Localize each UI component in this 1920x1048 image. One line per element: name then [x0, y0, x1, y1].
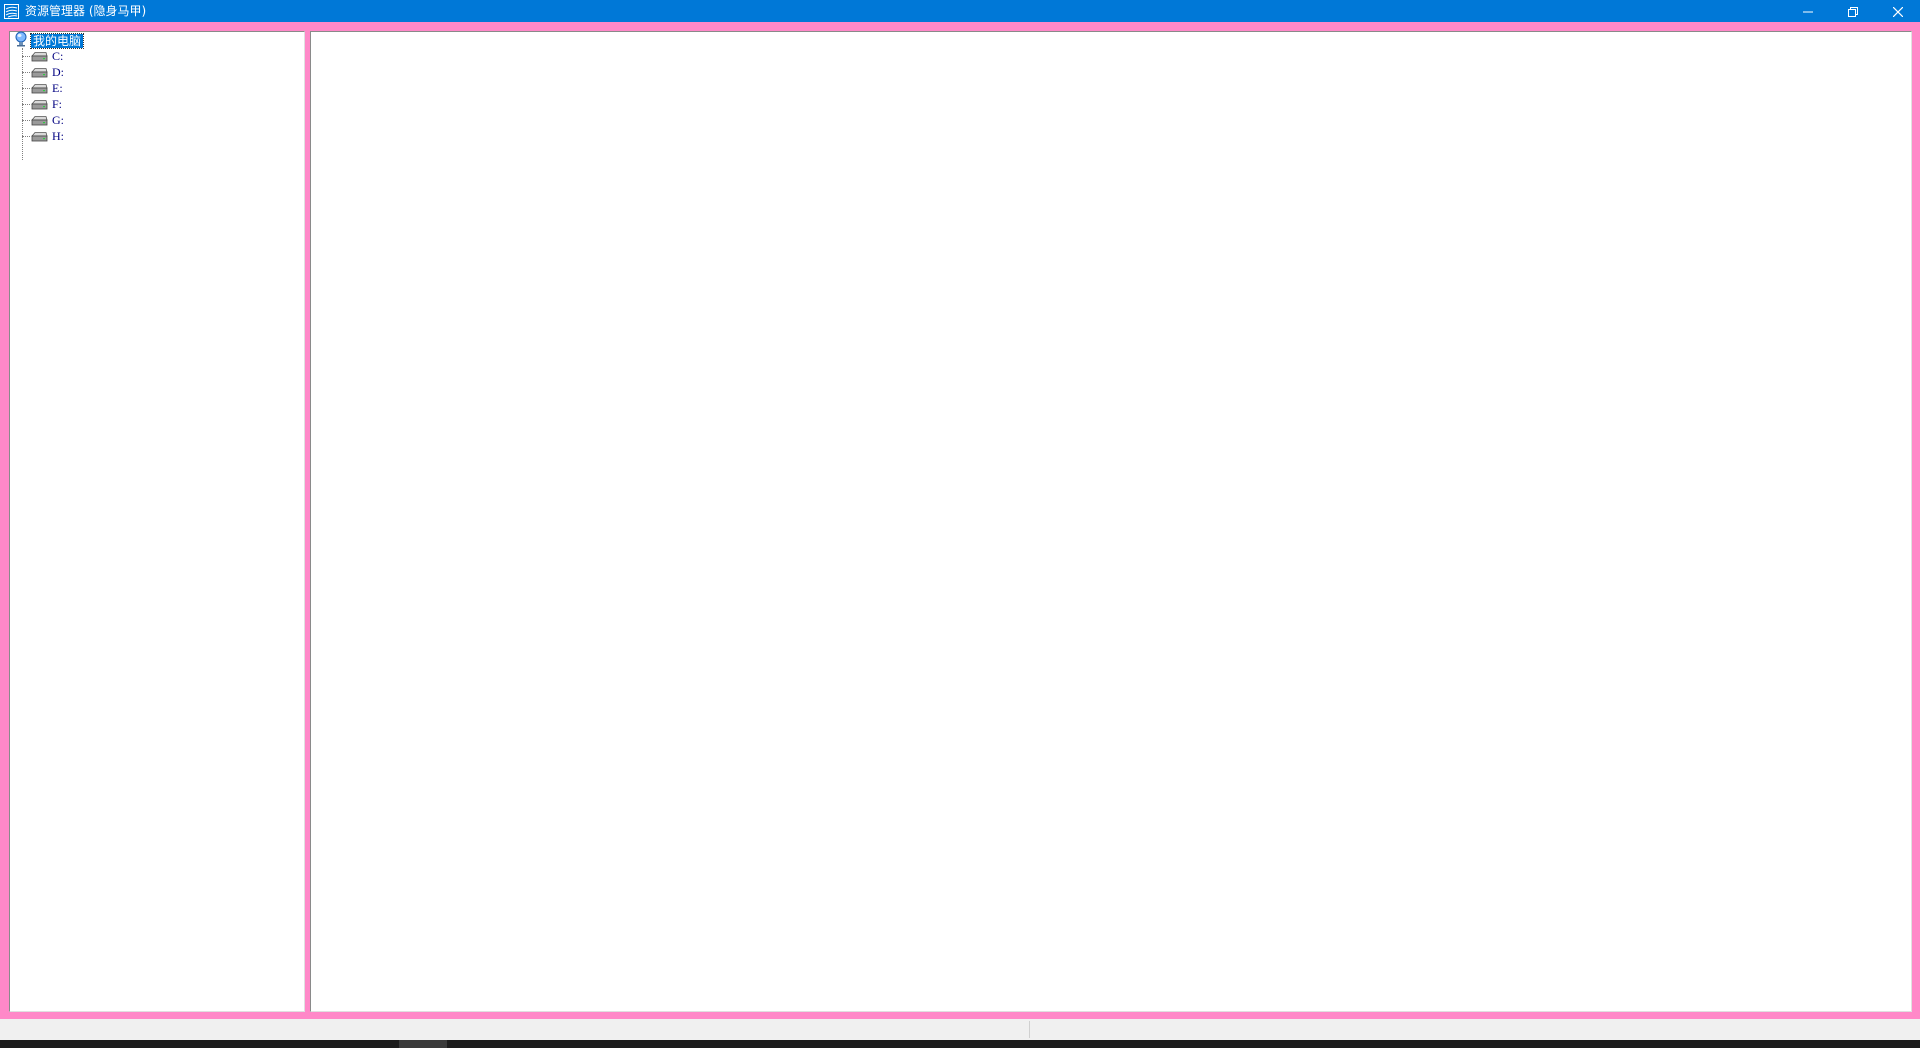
- taskbar-active-app[interactable]: [399, 1040, 447, 1048]
- title-bar[interactable]: 资源管理器 (隐身马甲): [0, 0, 1920, 22]
- drive-icon: [31, 50, 48, 62]
- drive-label: D:: [52, 65, 64, 79]
- restore-icon: [1847, 2, 1858, 21]
- explorer-window: 资源管理器 (隐身马甲) 我的电脑 C: D: E: F: G: H:: [0, 0, 1920, 1048]
- drive-icon: [31, 114, 48, 126]
- app-logo-icon: [3, 3, 19, 19]
- drive-icon: [31, 130, 48, 142]
- status-divider: [1029, 1021, 1030, 1038]
- drive-icon: [31, 82, 48, 94]
- file-list-pane[interactable]: [310, 31, 1912, 1012]
- tree-root-my-computer[interactable]: 我的电脑: [13, 31, 85, 49]
- drive-label: H:: [52, 129, 64, 143]
- status-bar: [0, 1019, 1920, 1040]
- tree-item-drive-e[interactable]: E:: [22, 80, 63, 96]
- drive-label: F:: [52, 97, 63, 111]
- drive-label: E:: [52, 81, 63, 95]
- tree-root-label: 我的电脑: [29, 33, 85, 49]
- minimize-button[interactable]: [1785, 0, 1830, 22]
- window-controls: [1785, 0, 1920, 22]
- drive-icon: [31, 66, 48, 78]
- restore-button[interactable]: [1830, 0, 1875, 22]
- tree-item-drive-f[interactable]: F:: [22, 96, 62, 112]
- tree-item-drive-d[interactable]: D:: [22, 64, 64, 80]
- window-title: 资源管理器 (隐身马甲): [25, 4, 147, 18]
- folder-tree-pane[interactable]: 我的电脑 C: D: E: F: G: H:: [9, 31, 305, 1012]
- close-icon: [1892, 2, 1903, 21]
- taskbar: [0, 1040, 1920, 1048]
- minimize-icon: [1802, 2, 1813, 21]
- drive-icon: [31, 98, 48, 110]
- drive-label: C:: [52, 49, 64, 63]
- close-button[interactable]: [1875, 0, 1920, 22]
- tree-item-drive-c[interactable]: C:: [22, 48, 63, 64]
- tree-item-drive-h[interactable]: H:: [22, 128, 64, 144]
- tree-item-drive-g[interactable]: G:: [22, 112, 64, 128]
- drive-label: G:: [52, 113, 64, 127]
